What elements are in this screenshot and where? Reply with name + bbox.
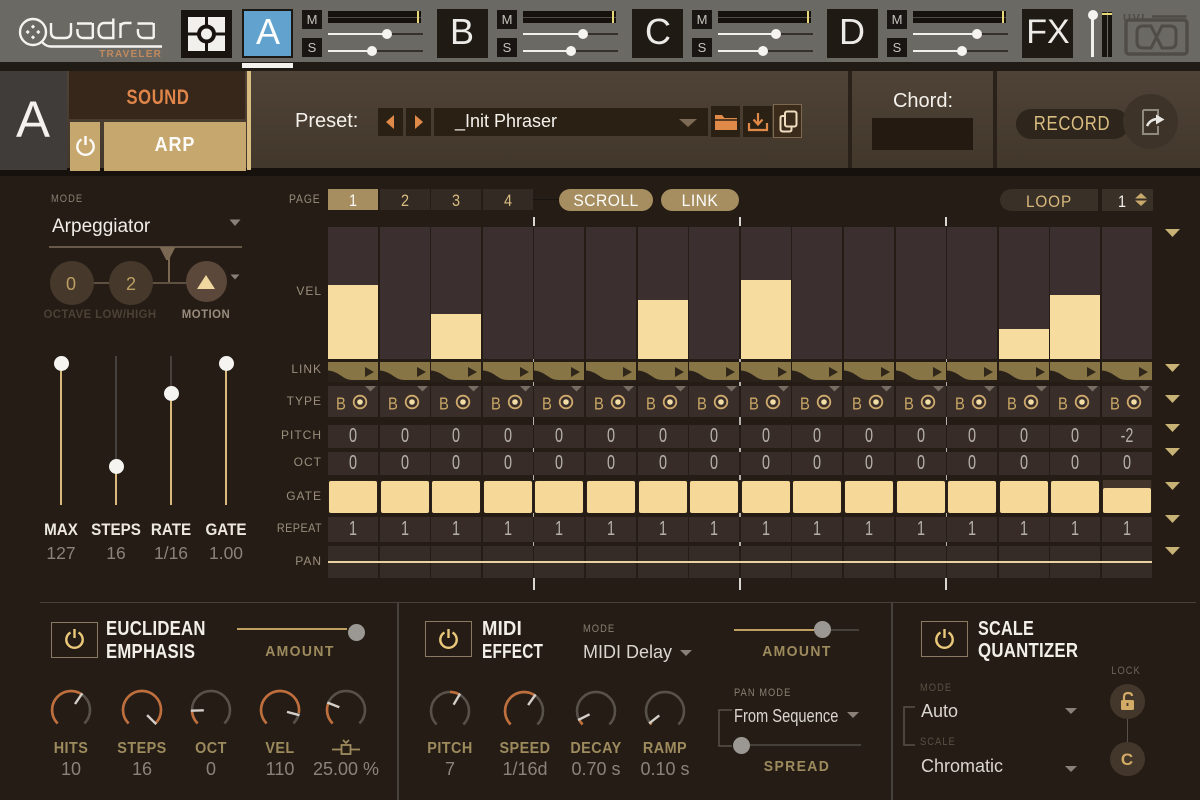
svg-text:B: B <box>1007 394 1017 414</box>
svg-text:B: B <box>749 394 759 414</box>
svg-text:B: B <box>1110 394 1120 414</box>
svg-text:B: B <box>852 394 862 414</box>
svg-text:B: B <box>1058 394 1068 414</box>
svg-text:B: B <box>388 394 398 414</box>
svg-text:B: B <box>594 394 604 414</box>
svg-text:B: B <box>336 394 346 414</box>
svg-text:B: B <box>955 394 965 414</box>
svg-text:B: B <box>800 394 810 414</box>
svg-text:B: B <box>542 394 552 414</box>
svg-text:B: B <box>491 394 501 414</box>
svg-text:B: B <box>697 394 707 414</box>
svg-text:B: B <box>439 394 449 414</box>
svg-text:B: B <box>646 394 656 414</box>
svg-text:B: B <box>904 394 914 414</box>
svg-text:TRAVELER: TRAVELER <box>99 49 162 60</box>
